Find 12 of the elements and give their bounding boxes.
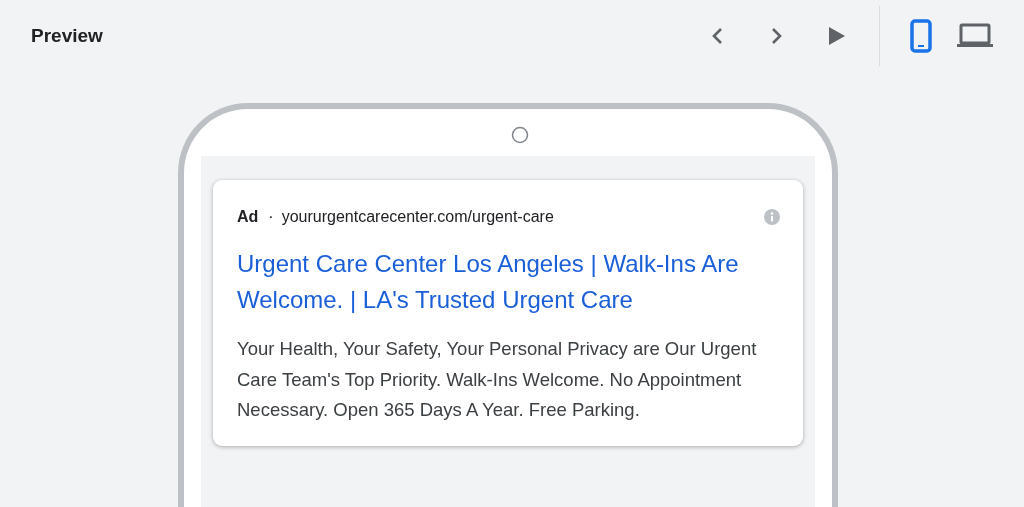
ad-label: Ad (237, 208, 259, 226)
next-icon[interactable] (770, 26, 784, 46)
ad-description: Your Health, Your Safety, Your Personal Privacy are Our Urgent Care Team's Top Priority. Walk-Ins Welcome. No Appointment Necessary. Open 365 Days A Year. Free Parking. (237, 337, 758, 422)
camera-icon (511, 126, 529, 144)
ad-url: yoururgentcarecenter.com/urgent-care (281, 208, 554, 226)
ad-headline[interactable]: Urgent Care Center Los Angeles | Walk-Ins Are Welcome. | LA's Trusted Urgent Care (237, 246, 779, 318)
laptop-icon[interactable] (956, 23, 994, 49)
play-icon[interactable] (828, 26, 846, 46)
preview-title: Preview (31, 25, 103, 47)
phone-icon[interactable] (910, 19, 932, 53)
separator: · (268, 208, 274, 226)
previous-icon[interactable] (710, 26, 724, 46)
